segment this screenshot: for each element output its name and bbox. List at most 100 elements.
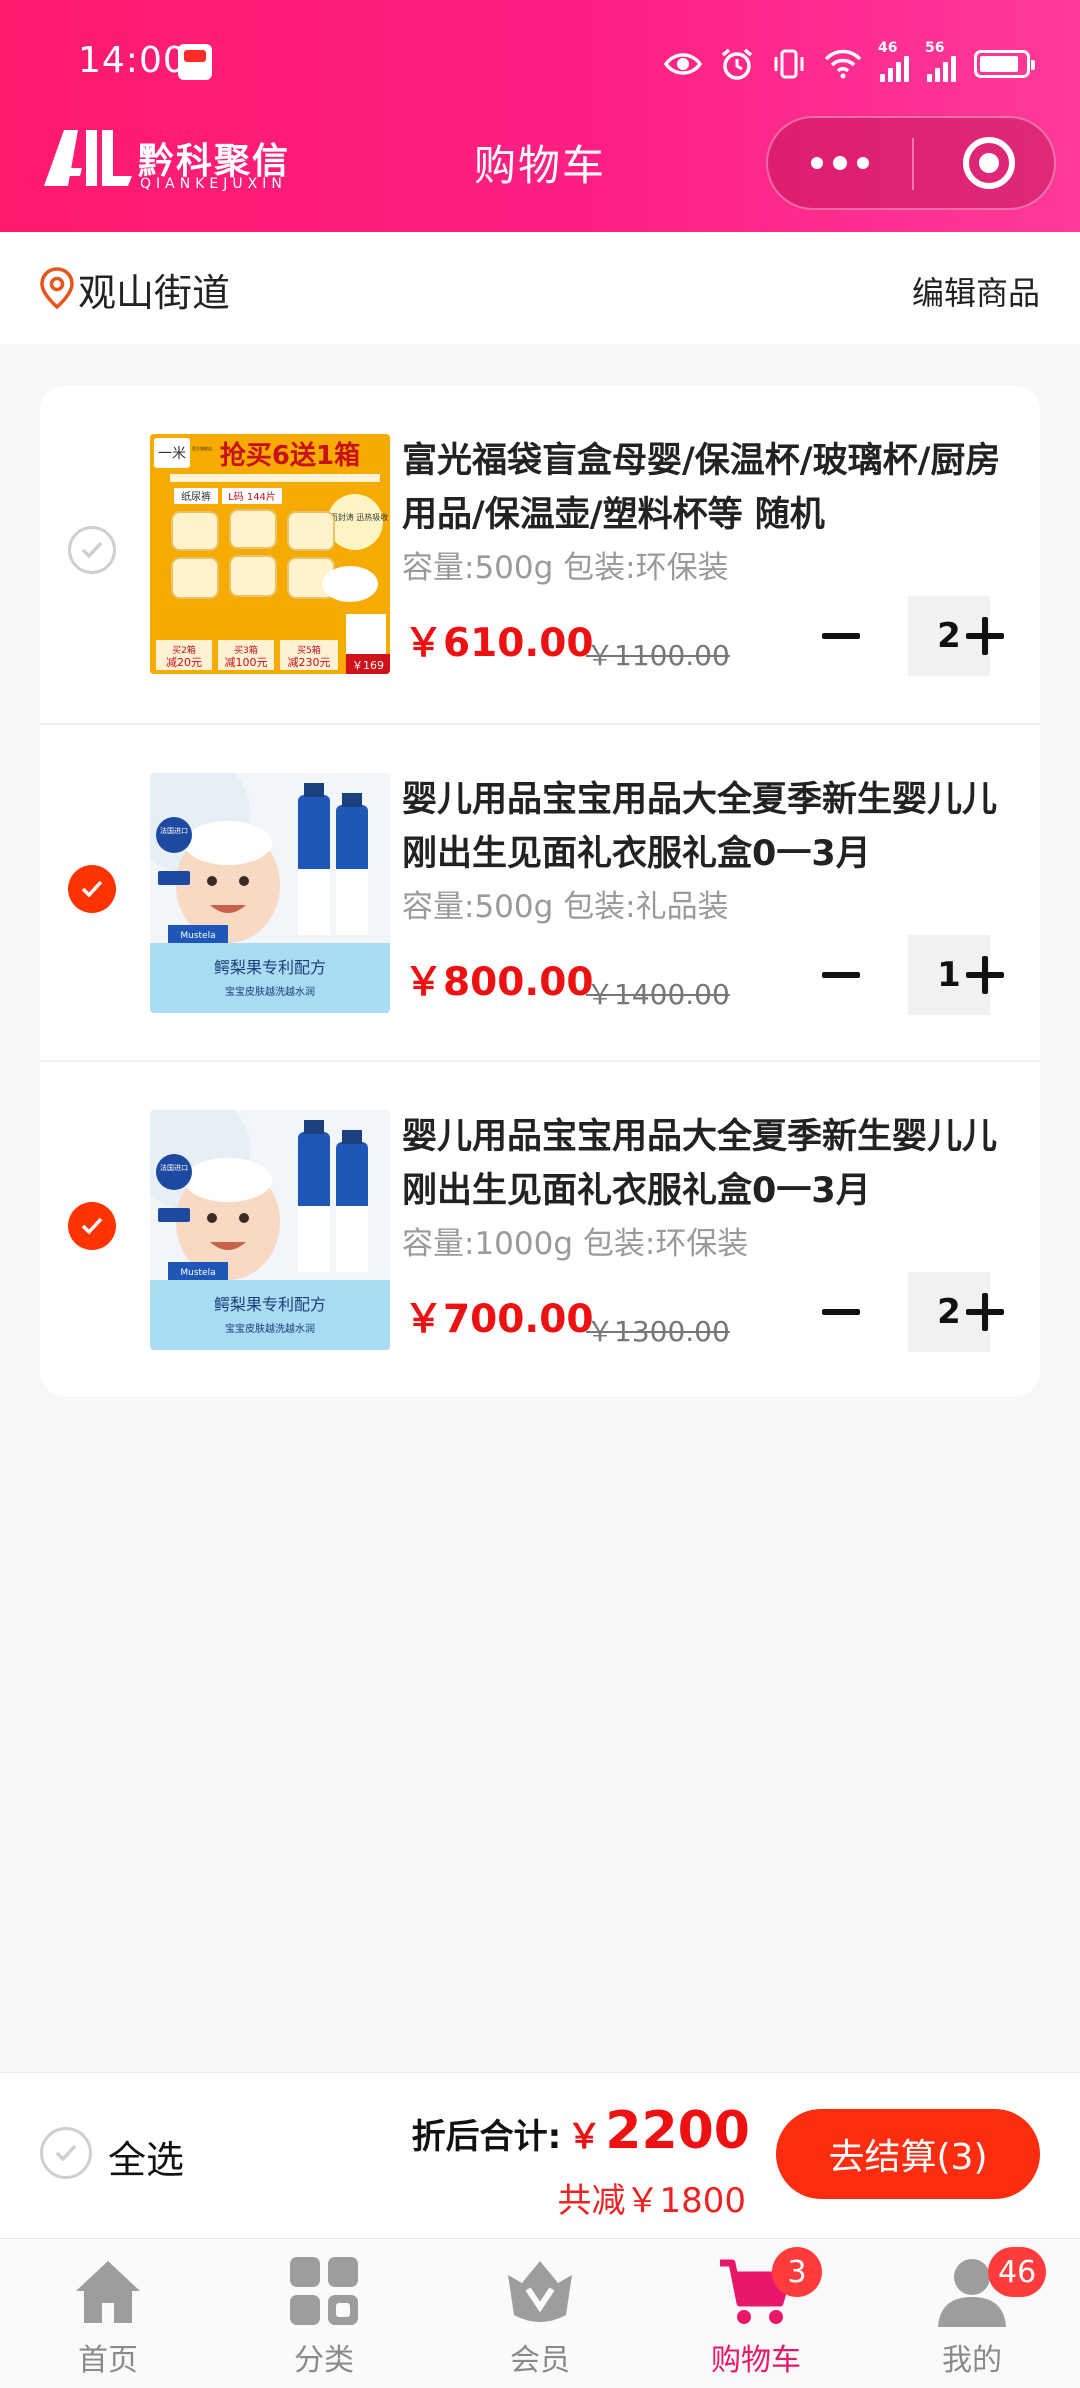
select-all-checkbox[interactable]	[40, 2127, 92, 2179]
mustela-product-image: 法国进口 Mustela 鳄梨果专利配方 宝宝皮肤越洗越水润	[150, 1110, 390, 1350]
quantity-stepper: 1	[810, 935, 1010, 1015]
network-type-label: 46	[878, 40, 898, 56]
deal-label: 减100元	[225, 656, 268, 669]
cart-item: 法国进口 Mustela 鳄梨果专利配方 宝宝皮肤越洗越水润 婴儿用品宝宝用品大…	[40, 1060, 1040, 1396]
bottom-tab-bar: 首页 分类 会员 购物车 3 我的 46	[0, 2238, 1080, 2388]
thumb-sub: 官方旗舰店	[192, 445, 212, 451]
original-price: ￥1100.00	[586, 639, 730, 672]
import-badge: 法国进口	[160, 1163, 188, 1172]
tab-home[interactable]: 首页	[0, 2239, 216, 2388]
item-checkbox[interactable]	[68, 865, 116, 913]
product-title[interactable]: 富光福袋盲盒母婴/保温杯/玻璃杯/厨房用品/保温壶/塑料杯等 随机	[402, 434, 1014, 542]
svg-text:一米: 一米	[158, 446, 186, 462]
thumb-subcaption: 宝宝皮肤越洗越水润	[225, 985, 315, 998]
product-price: ￥800.00	[404, 960, 594, 1005]
decrease-button[interactable]	[810, 596, 872, 676]
increase-button[interactable]	[954, 596, 1016, 676]
quantity-stepper: 2	[810, 1272, 1010, 1352]
brand-label: Mustela	[180, 931, 215, 941]
status-icons: 46 56	[664, 40, 1035, 84]
tab-category[interactable]: 分类	[216, 2239, 432, 2388]
total-saving: 共减￥1800	[557, 2181, 746, 2221]
total-currency: ￥	[567, 2117, 602, 2157]
increase-button[interactable]	[954, 935, 1016, 1015]
product-thumbnail[interactable]: 法国进口 Mustela 鳄梨果专利配方 宝宝皮肤越洗越水润	[150, 1110, 390, 1350]
tab-cart[interactable]: 购物车 3	[648, 2239, 864, 2388]
minus-icon	[822, 633, 860, 639]
edit-items-button[interactable]: 编辑商品	[912, 268, 1040, 314]
thumb-subcaption: 宝宝皮肤越洗越水润	[225, 1322, 315, 1335]
tab-vip[interactable]: 会员	[432, 2239, 648, 2388]
tab-label: 会员	[510, 2343, 570, 2378]
message-count-badge: 46	[988, 2247, 1047, 2297]
notification-app-icon	[178, 44, 212, 80]
tab-label: 我的	[942, 2343, 1002, 2378]
import-badge: 法国进口	[160, 826, 188, 835]
item-checkbox[interactable]	[68, 526, 116, 574]
location-pin-icon	[40, 267, 74, 310]
product-price: ￥610.00	[404, 621, 594, 666]
product-title[interactable]: 婴儿用品宝宝用品大全夏季新生婴儿儿刚出生见面礼衣服礼盒0一3月	[402, 1110, 1014, 1218]
location-address[interactable]: 观山街道	[78, 262, 230, 317]
brand-label: Mustela	[180, 1268, 215, 1278]
product-title[interactable]: 婴儿用品宝宝用品大全夏季新生婴儿儿刚出生见面礼衣服礼盒0一3月	[402, 773, 1014, 881]
tab-mine[interactable]: 我的 46	[864, 2239, 1080, 2388]
checkout-bar: 全选 折后合计: ￥ 2200 共减￥1800 去结算(3)	[0, 2072, 1080, 2238]
tab-label: 购物车	[711, 2343, 801, 2378]
plus-icon	[966, 956, 1004, 994]
wifi-icon	[824, 49, 862, 79]
minus-icon	[822, 972, 860, 978]
deal-label: 买2箱	[172, 644, 196, 656]
cart-list: 一米 官方旗舰店 抢买6送1箱 纸尿裤 L码 144片 全面封涛 迅热吸收 买2…	[40, 386, 1040, 1396]
thumb-tag: L码 144片	[228, 490, 276, 503]
category-grid-icon	[290, 2257, 358, 2325]
product-spec[interactable]: 容量:1000g 包装:环保装	[402, 1218, 748, 1263]
thumb-caption: 鳄梨果专利配方	[214, 958, 326, 977]
total-value: 2200	[605, 2101, 750, 2161]
app-header: 14:00 46 56 黔科聚信 QIANKEJUXIN 购物车	[0, 0, 1080, 232]
checkout-button[interactable]: 去结算(3)	[776, 2109, 1040, 2199]
item-checkbox[interactable]	[68, 1202, 116, 1250]
capsule-divider	[912, 138, 914, 190]
thumb-caption: 鳄梨果专利配方	[214, 1295, 326, 1314]
original-price: ￥1400.00	[586, 978, 730, 1011]
check-icon	[81, 880, 103, 898]
thumb-banner: 抢买6送1箱	[220, 440, 360, 471]
diaper-box-image: 一米 官方旗舰店 抢买6送1箱 纸尿裤 L码 144片 全面封涛 迅热吸收 买2…	[150, 434, 390, 674]
mustela-product-image: 法国进口 Mustela 鳄梨果专利配方 宝宝皮肤越洗越水润	[150, 773, 390, 1013]
deal-label: 减230元	[288, 656, 331, 669]
decrease-button[interactable]	[810, 1272, 872, 1352]
cart-count-badge: 3	[772, 2247, 822, 2297]
product-price: ￥700.00	[404, 1297, 594, 1342]
cart-item: 法国进口 Mustela 鳄梨果专利配方 宝宝皮肤越洗越水润 婴儿用品宝宝用品大…	[40, 723, 1040, 1060]
minus-icon	[822, 1309, 860, 1315]
select-all-label[interactable]: 全选	[108, 2129, 184, 2184]
alarm-icon	[721, 48, 753, 80]
status-time: 14:00	[78, 40, 187, 81]
network-type-label: 56	[925, 40, 945, 56]
increase-button[interactable]	[954, 1272, 1016, 1352]
more-icon[interactable]	[768, 118, 912, 208]
product-thumbnail[interactable]: 法国进口 Mustela 鳄梨果专利配方 宝宝皮肤越洗越水润	[150, 773, 390, 1013]
price-tag: ￥169	[352, 659, 384, 672]
product-spec[interactable]: 容量:500g 包装:礼品装	[402, 881, 729, 926]
total-label: 折后合计:	[411, 2117, 562, 2157]
cart-item: 一米 官方旗舰店 抢买6送1箱 纸尿裤 L码 144片 全面封涛 迅热吸收 买2…	[40, 386, 1040, 723]
total-summary: 折后合计: ￥ 2200	[412, 2101, 750, 2161]
tab-label: 首页	[78, 2343, 138, 2378]
quantity-stepper: 2	[810, 596, 1010, 676]
vibrate-icon	[774, 49, 804, 79]
check-icon	[55, 2144, 77, 2162]
deal-label: 买3箱	[234, 644, 258, 656]
plus-icon	[966, 617, 1004, 655]
home-icon	[76, 2261, 140, 2323]
deal-label: 减20元	[166, 656, 202, 669]
product-spec[interactable]: 容量:500g 包装:环保装	[402, 542, 729, 587]
decrease-button[interactable]	[810, 935, 872, 1015]
close-target-icon[interactable]	[934, 118, 1044, 208]
product-thumbnail[interactable]: 一米 官方旗舰店 抢买6送1箱 纸尿裤 L码 144片 全面封涛 迅热吸收 买2…	[150, 434, 390, 674]
location-bar: 观山街道 编辑商品	[0, 232, 1080, 344]
battery-icon	[974, 50, 1035, 78]
original-price: ￥1300.00	[586, 1315, 730, 1348]
deal-label: 买5箱	[297, 644, 321, 656]
